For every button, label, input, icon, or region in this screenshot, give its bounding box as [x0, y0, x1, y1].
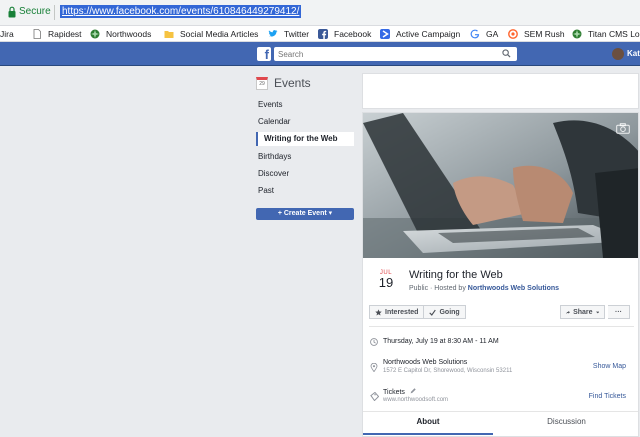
rsvp-buttons: Interested Going	[369, 305, 466, 319]
clock-icon	[370, 338, 378, 346]
find-tickets-link[interactable]: Find Tickets	[589, 393, 626, 400]
nav-item-past[interactable]: Past	[258, 186, 274, 195]
northwoods-icon	[90, 29, 100, 39]
bookmark-label: Twitter	[284, 29, 310, 39]
tickets-label-row: Tickets	[383, 388, 416, 396]
bookmark-rapidest[interactable]: Rapidest	[32, 27, 82, 41]
more-options-button[interactable]: ···	[608, 305, 630, 319]
event-date-badge: JUL 19	[375, 270, 397, 289]
tab-discussion[interactable]: Discussion	[493, 412, 638, 435]
nav-item-birthdays[interactable]: Birthdays	[258, 152, 291, 161]
share-label: Share	[573, 308, 593, 316]
bookmark-label: Jira	[0, 29, 14, 39]
address-bar[interactable]: Secure https://www.facebook.com/events/6…	[0, 0, 640, 26]
events-heading: 29 Events	[256, 76, 311, 90]
laptop-typing-photo	[363, 113, 638, 258]
location-pin-icon	[370, 363, 378, 372]
tickets-url[interactable]: www.northwoodsoft.com	[383, 397, 448, 403]
page-icon	[33, 29, 41, 39]
twitter-icon	[268, 30, 278, 37]
event-title: Writing for the Web	[409, 269, 503, 281]
bookmark-label: Titan CMS Lo	[588, 29, 640, 39]
address-separator	[54, 5, 55, 20]
bookmark-label: SEM Rush	[524, 29, 565, 39]
event-datetime[interactable]: Thursday, July 19 at 8:30 AM - 11 AM	[383, 338, 499, 345]
location-name[interactable]: Northwoods Web Solutions	[383, 359, 467, 366]
nav-item-writing-for-the-web[interactable]: Writing for the Web	[256, 132, 354, 146]
lock-icon	[8, 6, 16, 18]
event-tabs: About Discussion	[363, 411, 638, 435]
interested-button[interactable]: Interested	[369, 305, 425, 319]
secure-label: Secure	[19, 6, 51, 17]
folder-icon	[164, 31, 174, 38]
facebook-header: f Kat	[0, 42, 640, 66]
bookmark-titan-cms[interactable]: Titan CMS Lo	[572, 27, 640, 41]
chevron-down-icon	[595, 311, 599, 313]
show-map-link[interactable]: Show Map	[593, 363, 626, 370]
bookmark-label: Northwoods	[106, 29, 152, 39]
bookmark-twitter[interactable]: Twitter	[268, 27, 309, 41]
bookmark-social-media-articles[interactable]: Social Media Articles	[164, 27, 258, 41]
search-box[interactable]	[274, 47, 517, 61]
avatar[interactable]	[612, 48, 624, 60]
bookmarks-bar: Jira Rapidest Northwoods Social Media Ar…	[0, 26, 640, 42]
divider	[369, 326, 634, 327]
bookmark-jira[interactable]: Jira	[0, 27, 14, 41]
nav-item-discover[interactable]: Discover	[258, 169, 289, 178]
facebook-logo[interactable]: f	[257, 47, 271, 61]
nav-item-calendar[interactable]: Calendar	[258, 117, 290, 126]
event-day: 19	[378, 275, 394, 290]
event-subtitle: Public · Hosted by Northwoods Web Soluti…	[409, 285, 559, 292]
ticket-icon	[370, 392, 379, 401]
composer-card	[362, 73, 639, 109]
facebook-icon	[318, 29, 328, 39]
event-visibility: Public	[409, 285, 429, 292]
bookmark-label: Facebook	[334, 29, 372, 39]
search-icon[interactable]	[502, 49, 511, 58]
page-title: Events	[274, 76, 311, 90]
hosted-by-label: · Hosted by	[430, 285, 466, 292]
event-card: JUL 19 Writing for the Web Public · Host…	[362, 112, 639, 437]
active-campaign-icon	[380, 29, 390, 39]
google-icon	[470, 29, 480, 39]
camera-icon[interactable]	[616, 123, 630, 134]
tickets-label: Tickets	[383, 389, 405, 396]
share-button[interactable]: Share	[560, 305, 605, 319]
event-host-link[interactable]: Northwoods Web Solutions	[468, 285, 559, 292]
going-label: Going	[439, 308, 460, 316]
url-text[interactable]: https://www.facebook.com/events/61084644…	[60, 5, 302, 18]
sem-rush-icon	[508, 29, 518, 39]
bookmark-label: Rapidest	[48, 29, 82, 39]
bookmark-northwoods[interactable]: Northwoods	[90, 27, 151, 41]
bookmark-label: Social Media Articles	[180, 29, 259, 39]
nav-item-events[interactable]: Events	[258, 100, 282, 109]
going-button[interactable]: Going	[424, 305, 466, 319]
location-address: 1572 E Capitol Dr, Shorewood, Wisconsin …	[383, 368, 513, 374]
calendar-icon: 29	[256, 76, 268, 90]
pencil-icon[interactable]	[410, 388, 416, 394]
tab-about[interactable]: About	[363, 412, 493, 435]
bookmark-facebook[interactable]: Facebook	[318, 27, 371, 41]
bookmark-label: Active Campaign	[396, 29, 461, 39]
event-cover-photo[interactable]	[363, 113, 638, 258]
interested-label: Interested	[385, 308, 419, 316]
check-icon	[429, 309, 437, 316]
star-icon	[375, 308, 382, 316]
share-arrow-icon	[566, 310, 570, 314]
bookmark-ga[interactable]: GA	[470, 27, 498, 41]
create-event-button[interactable]: + Create Event ▾	[256, 208, 354, 220]
search-input[interactable]	[274, 47, 494, 61]
bookmark-active-campaign[interactable]: Active Campaign	[380, 27, 460, 41]
bookmark-sem-rush[interactable]: SEM Rush	[508, 27, 565, 41]
northwoods-icon	[572, 29, 582, 39]
user-name[interactable]: Kat	[627, 49, 640, 58]
bookmark-label: GA	[486, 29, 499, 39]
